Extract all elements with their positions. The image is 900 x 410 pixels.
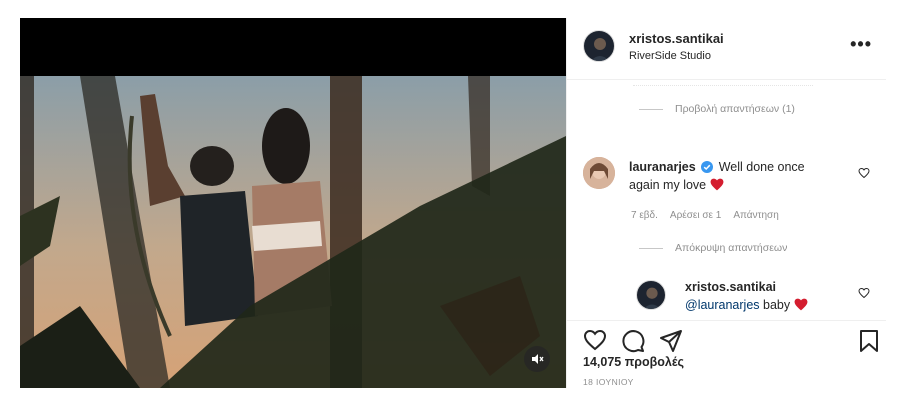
comment-like-heart-icon[interactable] [858,167,870,179]
owner-avatar[interactable] [583,30,615,62]
post-actions: 14,075 προβολές 18 ΙΟΥΝΙΟΥ [567,320,886,388]
reply-text: baby [763,298,791,312]
owner-username[interactable]: xristos.santikai [629,31,724,46]
reply-mention[interactable]: @lauranarjes [685,298,760,312]
post-sidebar: xristos.santikai RiverSide Studio ••• Πρ… [566,18,886,388]
red-heart-emoji-icon [710,178,724,191]
post-video[interactable] [20,18,566,388]
post-date: 18 ΙΟΥΝΙΟΥ [583,377,634,387]
reply-avatar[interactable] [636,280,666,310]
more-options-button[interactable]: ••• [850,34,872,55]
reply-username[interactable]: xristos.santikai [685,280,776,294]
comment-meta: 7 εβδ. Αρέσει σε 1 Απάντηση [631,210,779,221]
red-heart-emoji-icon [794,298,808,311]
comment-text-line1: Well done once [718,160,805,174]
comment-body: lauranarjes Well done once again my love [629,158,839,194]
replies-dash [639,247,663,249]
video-letterbox [20,18,566,76]
post-header: xristos.santikai RiverSide Studio ••• [567,18,886,80]
reply-body: xristos.santikai @lauranarjes baby [685,278,855,314]
view-replies-toggle[interactable]: Προβολή απαντήσεων (1) [639,103,795,115]
comment-likes-count[interactable]: Αρέσει σε 1 [670,210,721,221]
reply-like-heart-icon[interactable] [858,287,870,299]
view-replies-label: Προβολή απαντήσεων (1) [675,103,795,115]
views-count[interactable]: 14,075 προβολές [583,355,684,369]
save-bookmark-icon[interactable] [859,329,879,353]
comment-reply-button[interactable]: Απάντηση [733,210,778,221]
comment-text-line2: again my love [629,178,707,192]
hide-replies-label: Απόκρυψη απαντήσεων [675,242,788,254]
post-location[interactable]: RiverSide Studio [629,50,711,62]
like-heart-icon[interactable] [583,329,607,351]
hide-replies-toggle[interactable]: Απόκρυψη απαντήσεων [639,242,787,254]
comment-username[interactable]: lauranarjes [629,160,696,174]
video-frame [20,76,566,388]
share-paper-plane-icon[interactable] [659,329,683,353]
verified-badge-icon [701,161,714,173]
replies-dash [639,108,663,110]
comment-time: 7 εβδ. [631,210,658,221]
clipped-comment-meta [633,80,813,86]
mute-button[interactable] [524,346,550,372]
speaker-muted-icon [532,354,544,364]
comments-section: Προβολή απαντήσεων (1) lauranarjes Well … [567,80,886,320]
comment-bubble-icon[interactable] [621,329,645,353]
commenter-avatar[interactable] [583,157,615,189]
